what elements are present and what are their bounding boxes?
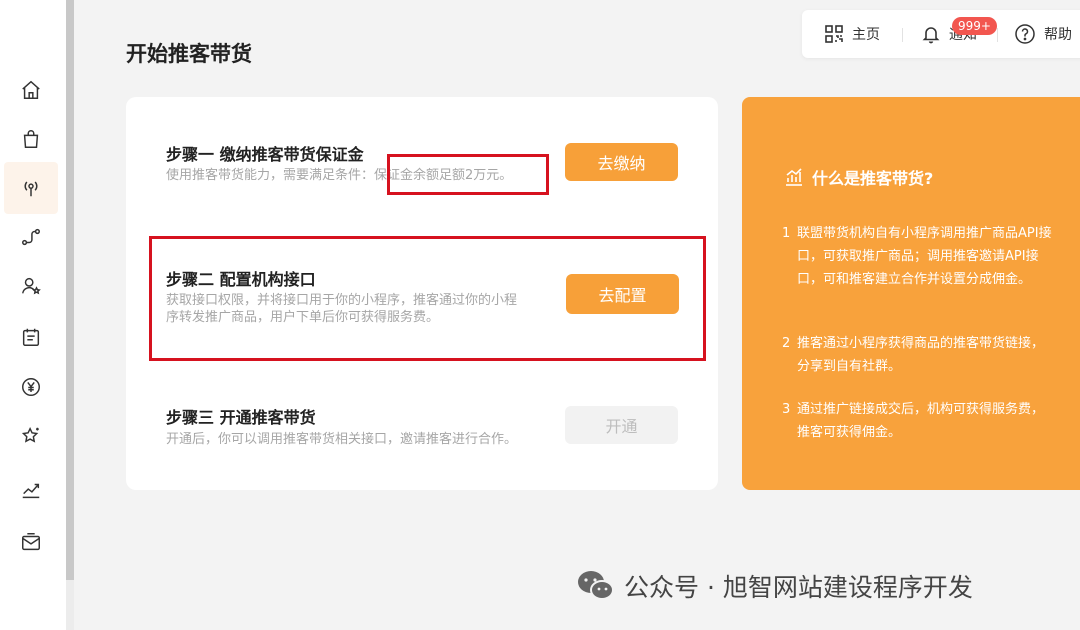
info-item-text: 通过推广链接成交后，机构可获得服务费，推客可获得佣金。: [797, 402, 1045, 440]
step-2-title: 步骤二 配置机构接口: [166, 270, 316, 289]
help-link[interactable]: 帮助: [1014, 10, 1072, 58]
info-item-number: 3: [782, 402, 791, 417]
page-title: 开始推客带货: [126, 42, 252, 66]
home-link[interactable]: 主页: [824, 10, 880, 58]
pay-deposit-button[interactable]: 去缴纳: [565, 143, 678, 181]
activate-button[interactable]: 开通: [565, 406, 678, 444]
home-label: 主页: [852, 27, 880, 43]
info-item: 3 通过推广链接成交后，机构可获得服务费，推客可获得佣金。: [782, 398, 1062, 444]
step-3-title: 步骤三 开通推客带货: [166, 408, 316, 427]
sidebar-scrollbar-track[interactable]: [66, 580, 74, 630]
bar-chart-icon: [786, 168, 802, 186]
step-3-description: 开通后，你可以调用推客带货相关接口，邀请推客进行合作。: [166, 432, 518, 447]
info-item: 2 推客通过小程序获得商品的推客带货链接，分享到自有社群。: [782, 332, 1062, 378]
sidebar-item-products[interactable]: [4, 113, 58, 165]
configure-button[interactable]: 去配置: [566, 274, 679, 314]
home-icon: [22, 80, 40, 99]
yuan-icon: [22, 378, 40, 396]
route-icon: [22, 228, 40, 246]
step-1-title: 步骤一 缴纳推客带货保证金: [166, 145, 364, 164]
step-1-desc-prefix: 使用推客带货能力，需要满足条件：: [166, 168, 375, 183]
calendar-icon: [22, 328, 40, 346]
sidebar-item-users[interactable]: [4, 260, 58, 312]
step-2-description: 获取接口权限，并将接口用于你的小程序，推客通过你的小程 序转发推广商品，用户下单…: [166, 292, 561, 326]
info-item-text: 联盟带货机构自有小程序调用推广商品API接口，可获取推广商品；调用推客邀请API…: [797, 226, 1052, 287]
watermark: 公众号 · 旭智网站建设程序开发: [576, 566, 973, 606]
user-star-icon: [22, 277, 41, 295]
highlight-box-deposit: [387, 154, 549, 195]
sidebar-item-promote[interactable]: [4, 162, 58, 214]
sidebar-item-routes[interactable]: [4, 211, 58, 263]
broadcast-icon: [24, 181, 38, 197]
wechat-icon: [578, 571, 614, 600]
help-label: 帮助: [1044, 27, 1072, 43]
info-item-number: 1: [782, 226, 791, 241]
toolbar-divider: [997, 28, 998, 42]
mail-icon: [22, 533, 40, 551]
toolbar-divider: [902, 28, 903, 42]
trend-chart-icon: [22, 483, 40, 499]
sidebar: [0, 0, 66, 630]
info-item: 1 联盟带货机构自有小程序调用推广商品API接口，可获取推广商品；调用推客邀请A…: [782, 222, 1062, 291]
notification-count-badge: 999+: [952, 17, 997, 35]
sidebar-item-messages[interactable]: [4, 516, 58, 568]
sidebar-item-finance[interactable]: [4, 361, 58, 413]
step-2-desc-line-2: 序转发推广商品，用户下单后你可获得服务费。: [166, 310, 440, 325]
sidebar-item-analytics[interactable]: [4, 464, 58, 516]
bag-icon: [23, 130, 39, 148]
info-title: 什么是推客带货?: [784, 165, 933, 189]
info-item-text: 推客通过小程序获得商品的推客带货链接，分享到自有社群。: [797, 336, 1045, 374]
info-title-text: 什么是推客带货?: [812, 169, 934, 188]
step-2-desc-line-1: 获取接口权限，并将接口用于你的小程序，推客通过你的小程: [166, 293, 518, 308]
sparkle-star-icon: [21, 426, 39, 443]
sidebar-scrollbar-thumb[interactable]: [66, 0, 74, 580]
info-item-number: 2: [782, 336, 791, 351]
sidebar-item-home[interactable]: [4, 64, 58, 116]
watermark-text: 公众号 · 旭智网站建设程序开发: [624, 573, 973, 602]
qr-code-icon: [825, 25, 843, 43]
bell-icon: [922, 27, 940, 44]
help-circle-icon: [1015, 24, 1035, 44]
info-panel: 什么是推客带货? 1 联盟带货机构自有小程序调用推广商品API接口，可获取推广商…: [742, 97, 1080, 490]
sidebar-item-favorites[interactable]: [4, 410, 58, 462]
sidebar-item-orders[interactable]: [4, 311, 58, 363]
